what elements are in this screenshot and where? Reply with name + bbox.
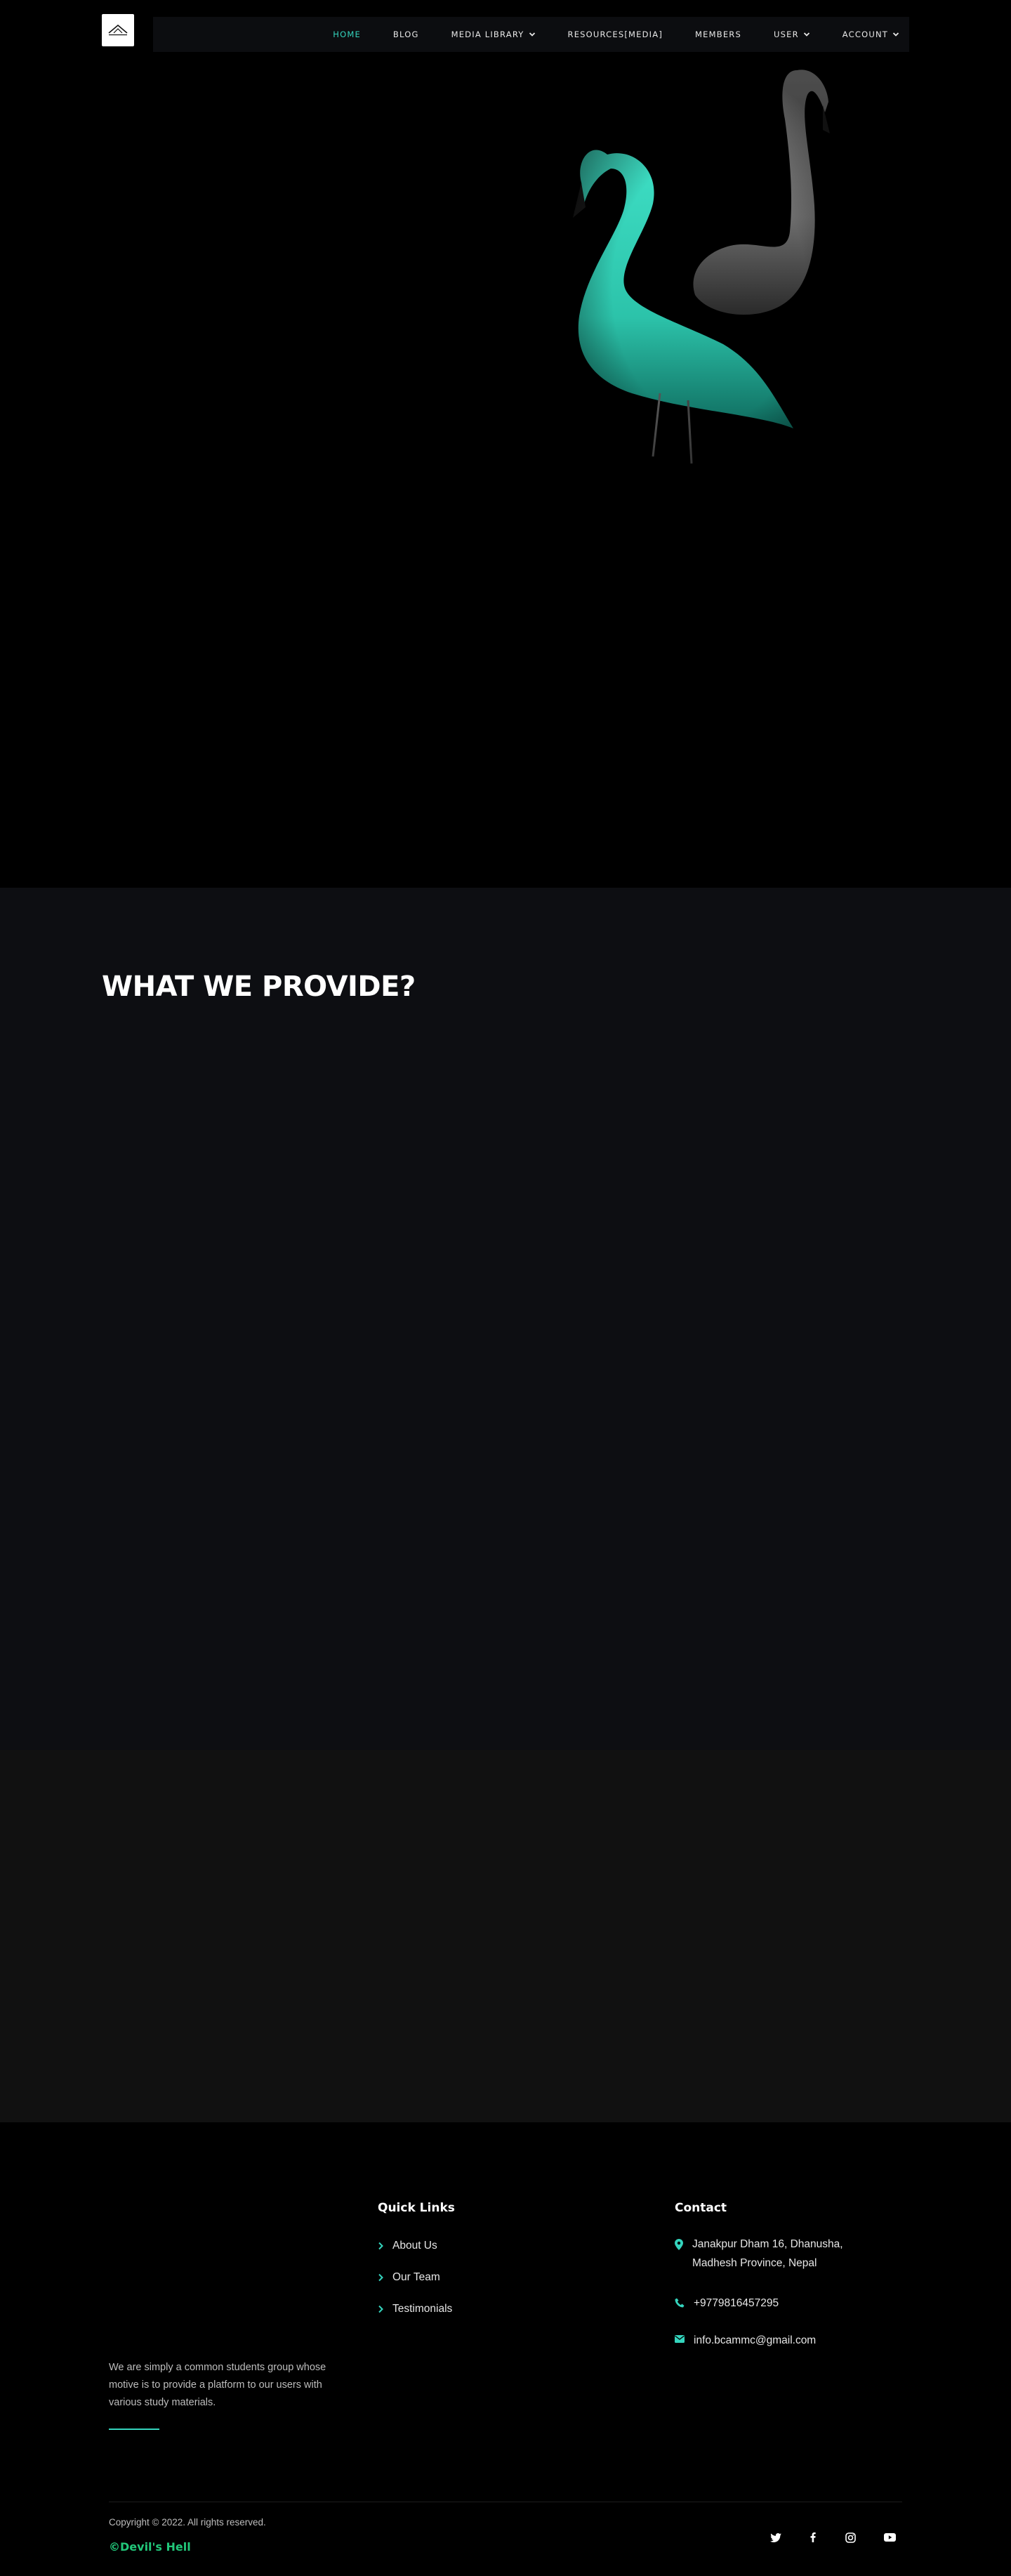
brand-text[interactable]: ©Devil's Hell — [109, 2540, 191, 2554]
contact-email[interactable]: info.bcammc@gmail.com — [675, 2331, 816, 2350]
site-footer: We are simply a common students group wh… — [0, 2122, 1011, 2576]
chevron-down-icon — [892, 32, 899, 37]
footer-accent-line — [109, 2429, 159, 2430]
nav-label: RESOURCES[MEDIA] — [567, 29, 663, 39]
chevron-right-icon — [378, 2305, 383, 2313]
quick-link-our-team[interactable]: Our Team — [378, 2271, 440, 2284]
nav-item-members[interactable]: MEMBERS — [695, 29, 741, 39]
quick-link-about-us[interactable]: About Us — [378, 2240, 437, 2252]
nav-item-home[interactable]: HOME — [333, 29, 361, 39]
instagram-icon[interactable] — [842, 2530, 858, 2545]
footer-about-text: We are simply a common students group wh… — [109, 2362, 326, 2408]
contact-address: Janakpur Dham 16, Dhanusha, Madhesh Prov… — [675, 2235, 864, 2273]
quick-link-testimonials[interactable]: Testimonials — [378, 2303, 452, 2315]
provide-heading: WHAT WE PROVIDE? — [102, 971, 416, 1003]
contact-heading: Contact — [675, 2201, 727, 2215]
nav-item-account[interactable]: ACCOUNT — [842, 29, 899, 39]
chevron-right-icon — [378, 2242, 383, 2250]
nav-item-media-library[interactable]: MEDIA LIBRARY — [451, 29, 536, 39]
contact-email-text: info.bcammc@gmail.com — [694, 2334, 817, 2346]
hero-section — [0, 0, 1011, 888]
nav-item-user[interactable]: USER — [774, 29, 810, 39]
quick-link-label: About Us — [392, 2240, 437, 2252]
quick-link-label: Our Team — [392, 2271, 440, 2283]
chevron-down-icon — [529, 32, 535, 37]
contact-phone-text: +9779816457295 — [694, 2297, 779, 2309]
envelope-icon — [675, 2335, 685, 2343]
nav-label: BLOG — [392, 29, 419, 39]
chevron-down-icon — [803, 32, 810, 37]
nav-item-blog[interactable]: BLOG — [393, 29, 419, 39]
nav-label: HOME — [333, 29, 361, 39]
contact-phone[interactable]: +9779816457295 — [675, 2294, 779, 2313]
youtube-icon[interactable] — [882, 2530, 897, 2545]
map-pin-icon — [675, 2239, 683, 2250]
quick-links-heading: Quick Links — [378, 2201, 455, 2215]
copyright-text: Copyright © 2022. All rights reserved. — [109, 2517, 266, 2528]
logo-mountain-icon — [108, 24, 128, 36]
chevron-right-icon — [378, 2273, 383, 2282]
content-band — [0, 1750, 1011, 2122]
nav-label: USER — [773, 29, 799, 39]
contact-address-text: Janakpur Dham 16, Dhanusha, Madhesh Prov… — [692, 2238, 843, 2269]
phone-icon — [675, 2298, 685, 2308]
quick-link-label: Testimonials — [392, 2303, 453, 2315]
nav-label: ACCOUNT — [842, 29, 888, 39]
provide-section: WHAT WE PROVIDE? — [0, 888, 1011, 1750]
nav-label: MEDIA LIBRARY — [451, 29, 524, 39]
nav-item-resources[interactable]: RESOURCES[MEDIA] — [568, 29, 663, 39]
nav-label: MEMBERS — [695, 29, 741, 39]
flamingo-hero-image — [548, 63, 871, 513]
site-logo[interactable] — [102, 14, 134, 46]
twitter-icon[interactable] — [768, 2530, 784, 2545]
main-navbar: HOME BLOG MEDIA LIBRARY RESOURCES[MEDIA]… — [153, 17, 909, 52]
facebook-icon[interactable] — [805, 2530, 821, 2545]
